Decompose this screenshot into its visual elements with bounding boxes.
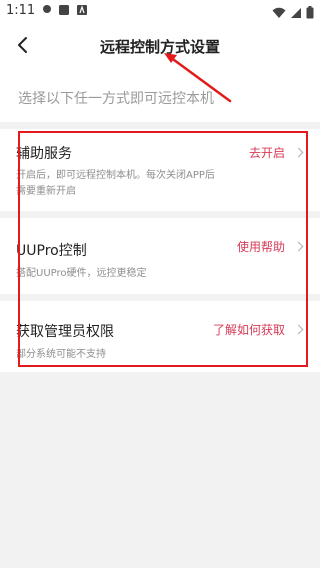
- status-bar: 1:11: [0, 0, 320, 24]
- divider: [0, 122, 320, 129]
- status-time: 1:11: [6, 3, 36, 18]
- page-title: 远程控制方式设置: [99, 38, 220, 56]
- battery-icon: [306, 4, 314, 23]
- wifi-icon: [272, 4, 286, 23]
- notification-dot-icon: [42, 4, 52, 14]
- a-letter-icon: [76, 4, 88, 16]
- annotation-highlight-box: [18, 131, 308, 367]
- page-background: [0, 372, 320, 568]
- status-right-group: [272, 4, 314, 23]
- app-header: 远程控制方式设置: [0, 24, 320, 68]
- signal-icon: [290, 4, 302, 23]
- image-icon: [58, 4, 70, 16]
- hint-text: 选择以下任一方式即可远控本机: [18, 91, 214, 107]
